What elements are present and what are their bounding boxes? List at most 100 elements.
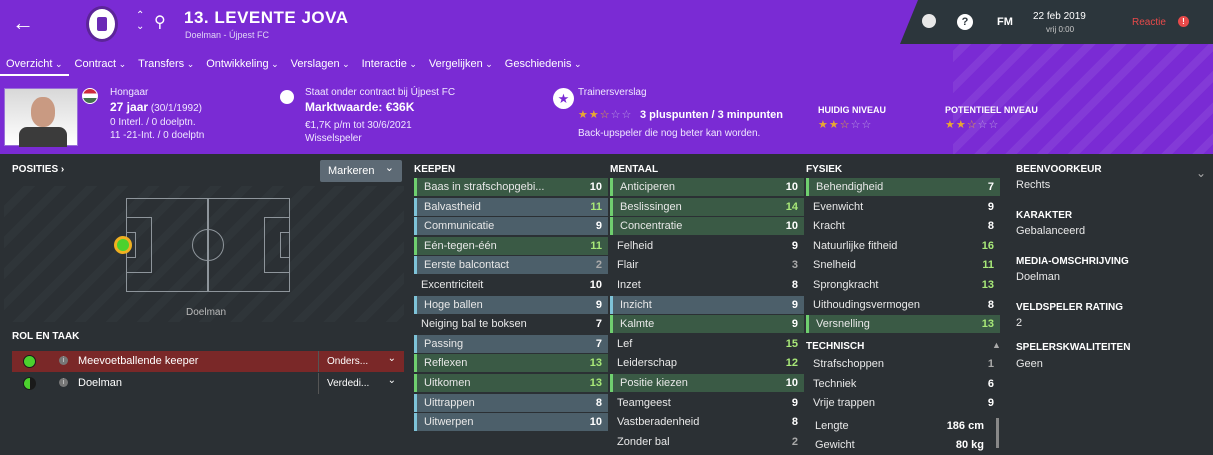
qualities-label: SPELERSKWALITEITEN	[1016, 342, 1131, 353]
attribute-row[interactable]: Neiging bal te boksen 7	[414, 315, 608, 333]
attribute-row[interactable]: Uitwerpen 10	[414, 413, 608, 432]
attribute-value: 3	[791, 259, 798, 272]
attribute-name: Leiderschap	[617, 357, 677, 370]
tab-contract[interactable]: Contract	[69, 56, 133, 76]
attribute-row[interactable]: Techniek 6	[806, 375, 1000, 393]
attribute-row[interactable]: Inzet 8	[610, 276, 804, 294]
attribute-row[interactable]: Natuurlijke fitheid 16	[806, 237, 1000, 255]
attribute-row[interactable]: Teamgeest 9	[610, 394, 804, 412]
attribute-value: 9	[791, 396, 798, 409]
attribute-name: Teamgeest	[617, 396, 671, 409]
attribute-row[interactable]: Kracht 8	[806, 217, 1000, 235]
attribute-row[interactable]: Versnelling 13	[806, 315, 1000, 334]
attribute-value: 9	[791, 318, 798, 331]
attribute-row[interactable]: Leiderschap 12	[610, 354, 804, 372]
attribute-row[interactable]: Positie kiezen 10	[610, 374, 804, 392]
role-row[interactable]: i Doelman Verdedi...	[12, 370, 404, 394]
keepen-header: KEEPEN	[414, 164, 456, 175]
game-date[interactable]: 22 feb 2019	[1033, 11, 1086, 22]
duty-dropdown[interactable]: Onders...	[318, 348, 404, 372]
foot-value: Rechts	[1016, 179, 1051, 191]
club-crest-icon[interactable]	[86, 6, 118, 42]
football-icon[interactable]	[922, 14, 936, 28]
attribute-row[interactable]: Anticiperen 10	[610, 178, 804, 196]
info-icon[interactable]: i	[59, 378, 68, 387]
alert-icon[interactable]: !	[1178, 16, 1189, 27]
attribute-row[interactable]: Uittrappen 8	[414, 393, 608, 412]
attribute-row[interactable]: Concentratie 10	[610, 217, 804, 236]
attribute-row[interactable]: Sprongkracht 13	[806, 276, 1000, 294]
highlight-dropdown[interactable]: Markeren ⌄	[320, 160, 402, 182]
tab-interactie[interactable]: Interactie	[356, 56, 423, 76]
attribute-row[interactable]: Strafschoppen 1	[806, 355, 1000, 373]
attribute-value: 8	[987, 220, 994, 233]
player-subtitle[interactable]: Doelman - Újpest FC	[185, 30, 269, 40]
height-value: 186 cm	[946, 420, 984, 432]
attribute-row[interactable]: Vrije trappen 9	[806, 394, 1000, 412]
attribute-row[interactable]: Hoge ballen 9	[414, 295, 608, 314]
help-icon[interactable]: ?	[957, 14, 973, 30]
attribute-value: 10	[785, 220, 798, 233]
coach-stars-on: ★★☆	[578, 109, 611, 121]
attribute-row[interactable]: Evenwicht 9	[806, 198, 1000, 216]
duty-dropdown[interactable]: Verdedi...	[318, 370, 404, 394]
continue-button[interactable]: Reactie	[1132, 17, 1166, 28]
collapse-up-icon[interactable]: ▲	[992, 340, 1001, 350]
attribute-row[interactable]: Zonder bal 2	[610, 433, 804, 451]
chevron-down-icon[interactable]: ⌄	[1196, 166, 1206, 180]
current-level-stars: ★★☆☆☆	[818, 118, 872, 131]
info-icon[interactable]: i	[59, 356, 68, 365]
attribute-row[interactable]: Beslissingen 14	[610, 197, 804, 216]
attribute-row[interactable]: Passing 7	[414, 334, 608, 353]
attribute-row[interactable]: Lef 15	[610, 335, 804, 353]
attribute-row[interactable]: Eerste balcontact 2	[414, 256, 608, 275]
search-icon[interactable]: ⚲	[154, 12, 166, 32]
attribute-row[interactable]: Reflexen 13	[414, 354, 608, 373]
attribute-name: Inzicht	[620, 298, 652, 311]
scrollbar[interactable]	[996, 418, 999, 448]
positions-title[interactable]: POSITIES ›	[12, 164, 64, 175]
attribute-value: 13	[981, 279, 994, 291]
attribute-row[interactable]: Balvastheid 11	[414, 197, 608, 216]
position-marker-goalkeeper[interactable]	[114, 236, 132, 254]
tab-verslagen[interactable]: Verslagen	[285, 56, 356, 76]
player-photo	[4, 88, 78, 147]
back-arrow-icon[interactable]: ←	[12, 12, 34, 34]
attribute-value: 6	[987, 377, 994, 390]
attribute-row[interactable]: Excentriciteit 10	[414, 276, 608, 294]
pitch-right-goal-area	[280, 232, 290, 258]
attribute-name: Positie kiezen	[620, 377, 688, 389]
tab-geschiedenis[interactable]: Geschiedenis	[499, 56, 588, 76]
potential-stars-on: ★★☆	[945, 119, 978, 131]
attribute-value: 2	[595, 259, 602, 272]
attribute-row[interactable]: Felheid 9	[610, 237, 804, 255]
attribute-row[interactable]: Inzicht 9	[610, 295, 804, 314]
attribute-row[interactable]: Eén-tegen-één 11	[414, 236, 608, 255]
attribute-row[interactable]: Vastberadenheid 8	[610, 413, 804, 431]
attribute-name: Beslissingen	[620, 200, 682, 213]
fm-logo[interactable]: FM	[997, 16, 1013, 28]
chevron-updown-icon[interactable]: ⌃ ⌄	[136, 10, 146, 32]
role-row[interactable]: i Meevoetballende keeper Onders...	[12, 348, 404, 372]
attribute-row[interactable]: Baas in strafschopgebi... 10	[414, 178, 608, 196]
attribute-row[interactable]: Flair 3	[610, 256, 804, 274]
media-label: MEDIA-OMSCHRIJVING	[1016, 256, 1129, 267]
attribute-value: 13	[589, 357, 602, 370]
nation-flag-icon[interactable]	[82, 88, 98, 104]
attribute-name: Snelheid	[813, 259, 856, 272]
height-label: Lengte	[815, 420, 849, 432]
attribute-name: Baas in strafschopgebi...	[424, 181, 545, 193]
attribute-name: Communicatie	[424, 220, 495, 233]
tab-overzicht[interactable]: Overzicht	[0, 56, 69, 76]
tab-transfers[interactable]: Transfers	[132, 56, 200, 76]
attribute-row[interactable]: Snelheid 11	[806, 256, 1000, 274]
attribute-row[interactable]: Uithoudingsvermogen 8	[806, 296, 1000, 314]
role-name: Meevoetballende keeper	[78, 355, 199, 367]
attribute-row[interactable]: Behendigheid 7	[806, 178, 1000, 196]
tab-ontwikkeling[interactable]: Ontwikkeling	[200, 56, 284, 76]
attribute-row[interactable]: Kalmte 9	[610, 315, 804, 334]
attribute-row[interactable]: Uitkomen 13	[414, 374, 608, 392]
attribute-row[interactable]: Communicatie 9	[414, 217, 608, 236]
coach-report-title[interactable]: Trainersverslag	[578, 87, 647, 99]
tab-vergelijken[interactable]: Vergelijken	[423, 56, 499, 76]
